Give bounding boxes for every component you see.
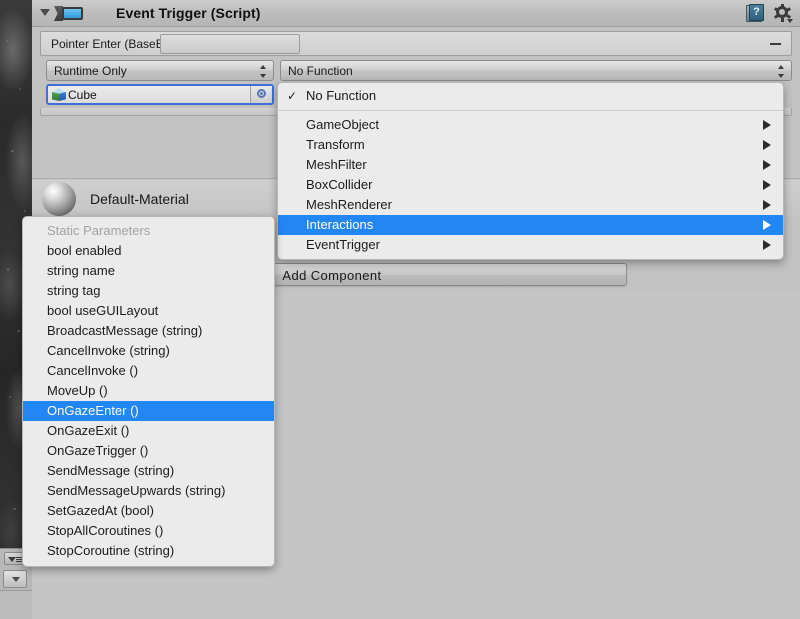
minus-icon[interactable] [770, 43, 781, 45]
component-title: Event Trigger (Script) [116, 5, 261, 21]
static-parameters-context-menu[interactable]: Static Parameters bool enabled string name… [22, 216, 275, 567]
menu-item-transform[interactable]: Transform [278, 135, 783, 155]
submenu-arrow-icon [763, 160, 771, 170]
chevron-down-icon [8, 557, 16, 562]
gear-icon[interactable] [773, 4, 793, 23]
runtime-mode-value: Runtime Only [54, 64, 127, 78]
menu-item-8[interactable]: MoveUp () [23, 381, 274, 401]
cube-icon [52, 88, 66, 101]
menu-section-header: Static Parameters [47, 223, 151, 238]
help-book-icon[interactable]: ? [746, 4, 765, 23]
function-context-menu[interactable]: No Function GameObject Transform MeshFilte… [277, 82, 784, 260]
event-entry-header[interactable]: Pointer Enter (BaseEventData) [40, 31, 792, 56]
runtime-mode-dropdown[interactable]: Runtime Only [46, 60, 274, 81]
menu-item-2[interactable]: string name [23, 261, 274, 281]
menu-item-gameobject[interactable]: GameObject [278, 115, 783, 135]
chevron-down-icon [12, 577, 20, 582]
submenu-arrow-icon [763, 180, 771, 190]
object-reference-field[interactable]: Cube [46, 84, 274, 105]
menu-item-label: MeshRenderer [306, 197, 392, 212]
menu-item-6[interactable]: CancelInvoke (string) [23, 341, 274, 361]
menu-separator [278, 110, 783, 111]
menu-item-label: MeshFilter [306, 157, 367, 172]
object-picker-icon[interactable] [250, 86, 272, 103]
menu-item-meshrenderer[interactable]: MeshRenderer [278, 195, 783, 215]
submenu-arrow-icon [763, 140, 771, 150]
updown-arrows-icon [260, 65, 267, 78]
menu-item-13[interactable]: SendMessageUpwards (string) [23, 481, 274, 501]
menu-item-10[interactable]: OnGazeExit () [23, 421, 274, 441]
menu-item-interactions[interactable]: Interactions [278, 215, 783, 235]
menu-item-1[interactable]: bool enabled [23, 241, 274, 261]
menu-item-7[interactable]: CancelInvoke () [23, 361, 274, 381]
function-dropdown-value: No Function [288, 64, 353, 78]
script-icon [54, 6, 84, 21]
menu-item-boxcollider[interactable]: BoxCollider [278, 175, 783, 195]
submenu-arrow-icon [763, 220, 771, 230]
menu-item-11[interactable]: OnGazeTrigger () [23, 441, 274, 461]
menu-item-label: Transform [306, 137, 365, 152]
chevron-down-icon [787, 19, 793, 23]
foldout-triangle-down-icon[interactable] [40, 9, 50, 16]
menu-item-no-function[interactable]: No Function [278, 86, 783, 106]
object-reference-value: Cube [68, 88, 97, 102]
material-object-field[interactable] [160, 34, 300, 54]
menu-item-eventtrigger[interactable]: EventTrigger [278, 235, 783, 255]
menu-item-9[interactable]: OnGazeEnter () [23, 401, 274, 421]
menu-item-label: EventTrigger [306, 237, 380, 252]
menu-item-label: BoxCollider [306, 177, 373, 192]
material-sphere-preview [42, 182, 76, 216]
submenu-arrow-icon [763, 120, 771, 130]
menu-item-4[interactable]: bool useGUILayout [23, 301, 274, 321]
updown-arrows-icon [778, 65, 785, 78]
scene-strip-footer [0, 590, 32, 619]
component-header[interactable]: Event Trigger (Script) ? [32, 0, 800, 27]
menu-item-16[interactable]: StopCoroutine (string) [23, 541, 274, 561]
menu-item-label: GameObject [306, 117, 379, 132]
menu-item-3[interactable]: string tag [23, 281, 274, 301]
menu-item-12[interactable]: SendMessage (string) [23, 461, 274, 481]
submenu-arrow-icon [763, 240, 771, 250]
scene-dropdown-button[interactable] [3, 570, 27, 588]
menu-item-meshfilter[interactable]: MeshFilter [278, 155, 783, 175]
menu-item-15[interactable]: StopAllCoroutines () [23, 521, 274, 541]
menu-item-label: No Function [306, 88, 377, 103]
menu-item-14[interactable]: SetGazedAt (bool) [23, 501, 274, 521]
menu-item-label: Interactions [306, 217, 374, 232]
function-dropdown[interactable]: No Function [280, 60, 792, 81]
submenu-arrow-icon [763, 200, 771, 210]
material-name: Default-Material [90, 191, 189, 207]
menu-item-5[interactable]: BroadcastMessage (string) [23, 321, 274, 341]
